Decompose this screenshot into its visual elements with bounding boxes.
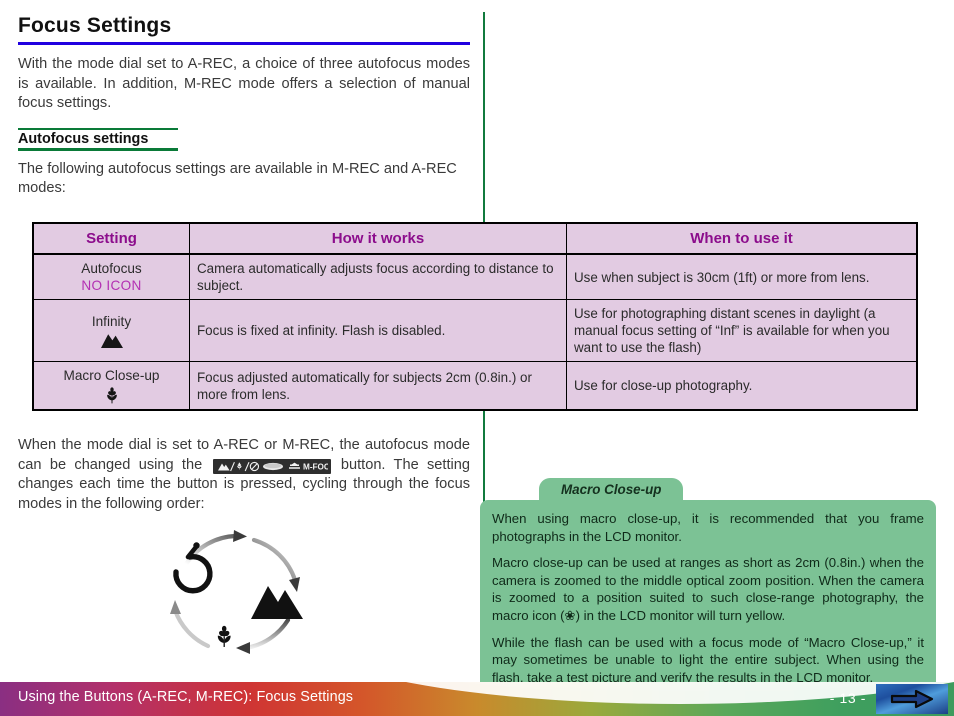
- cycle-arrow-2: [289, 577, 300, 592]
- setting-label: Autofocus: [81, 261, 142, 276]
- mountain-icon: [251, 586, 303, 619]
- section-subheading: Autofocus settings: [18, 131, 149, 148]
- table-row: Macro Close-up Focus adjusted automatica…: [32, 361, 918, 411]
- arrow-right-icon: [890, 689, 934, 709]
- m-focus-label: M-FOCUS: [303, 462, 328, 471]
- page-title: Focus Settings: [18, 14, 172, 37]
- footer-page-number: - 13 -: [829, 690, 866, 706]
- cycle-arrow-1: [233, 530, 247, 542]
- cycle-svg: [170, 530, 303, 654]
- cell-how-autofocus: Camera automatically adjusts focus accor…: [189, 253, 567, 300]
- cell-when-autofocus: Use when subject is 30cm (1ft) or more f…: [566, 253, 918, 300]
- autofocus-settings-table: Setting How it works When to use it Auto…: [32, 222, 918, 411]
- table-header-how-it-works: How it works: [189, 222, 567, 255]
- cell-how-infinity: Focus is fixed at infinity. Flash is dis…: [189, 299, 567, 362]
- cell-setting-macro: Macro Close-up: [32, 361, 190, 411]
- after-table-block: When the mode dial is set to A-REC or M-…: [18, 436, 470, 524]
- macro-close-up-callout: When using macro close-up, it is recomme…: [480, 500, 936, 698]
- table-header-when-to-use: When to use it: [566, 222, 918, 255]
- callout-paragraph-2: Macro close-up can be used at ranges as …: [492, 555, 924, 623]
- title-underline: [18, 42, 470, 46]
- table-header-row: Setting How it works When to use it: [32, 222, 918, 255]
- table-row: Infinity Focus is fixed at infinity. Fla…: [32, 299, 918, 362]
- callout-paragraph-3: While the flash can be used with a focus…: [492, 634, 924, 685]
- subhead-block: Autofocus settings: [18, 127, 178, 151]
- flower-icon: [106, 387, 117, 404]
- cell-when-infinity: Use for photographing distant scenes in …: [566, 299, 918, 362]
- left-text-column: Focus Settings With the mode dial set to…: [18, 14, 470, 209]
- setting-label: Macro Close-up: [63, 368, 160, 383]
- footer-breadcrumb: Using the Buttons (A-REC, M-REC): Focus …: [18, 689, 354, 705]
- callout-paragraph-1: When using macro close-up, it is recomme…: [492, 511, 924, 544]
- cycle-arrow-4: [170, 600, 181, 614]
- subhead-rule-bottom: [18, 148, 178, 151]
- after-table-paragraph: When the mode dial is set to A-REC or M-…: [18, 436, 470, 514]
- next-page-button[interactable]: [876, 684, 948, 714]
- cell-setting-infinity: Infinity: [32, 299, 190, 362]
- flower-icon: [217, 625, 231, 647]
- m-focus-button-graphic: M-FOCUS: [212, 458, 341, 474]
- table-row: Autofocus NO ICON Camera automatically a…: [32, 253, 918, 300]
- page-footer: Using the Buttons (A-REC, M-REC): Focus …: [0, 682, 954, 716]
- no-icon-label: NO ICON: [81, 278, 142, 293]
- cycle-arc-4: [172, 607, 211, 649]
- cycle-arrow-3: [236, 642, 250, 654]
- mountain-icon: [100, 333, 123, 348]
- cycle-arc-2: [251, 537, 298, 583]
- sub-intro-paragraph: The following autofocus settings are ava…: [18, 160, 457, 197]
- cell-how-macro: Focus adjusted automatically for subject…: [189, 361, 567, 411]
- intro-paragraph: With the mode dial set to A-REC, a choic…: [18, 56, 470, 112]
- page-root: Focus Settings With the mode dial set to…: [0, 0, 954, 716]
- cycle-arc-3: [243, 617, 291, 651]
- setting-label: Infinity: [91, 313, 132, 329]
- m-focus-button-icons: M-FOCUS: [215, 459, 341, 473]
- autofocus-clock-icon: [173, 542, 213, 594]
- cell-when-macro: Use for close-up photography.: [566, 361, 918, 411]
- focus-mode-cycle-diagram: [128, 524, 358, 664]
- table-header-setting: Setting: [32, 222, 190, 255]
- cell-setting-autofocus: Autofocus NO ICON: [32, 253, 190, 300]
